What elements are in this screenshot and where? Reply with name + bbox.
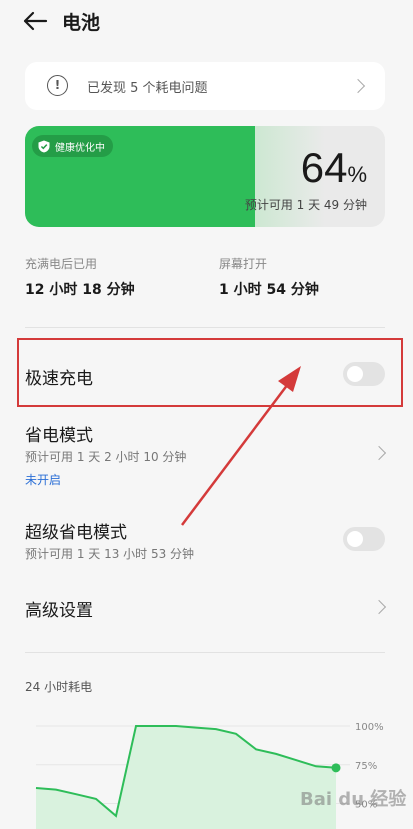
super-power-saving-estimate: 预计可用 1 天 13 小时 53 分钟 — [25, 547, 195, 561]
watermark-text: Bai du 经验 — [300, 788, 407, 810]
battery-level-card: 健康优化中 64% 预计可用 1 天 49 分钟 — [25, 126, 385, 227]
chevron-right-icon[interactable] — [371, 445, 387, 461]
annotation-highlight-box — [17, 338, 403, 407]
since-full-charge-label: 充满电后已用 — [25, 257, 98, 271]
back-arrow-icon[interactable] — [22, 10, 48, 32]
power-saving-status: 未开启 — [25, 473, 62, 487]
top-bar: 电池 — [0, 0, 413, 44]
chart-current-point — [331, 763, 341, 773]
advanced-settings-label[interactable]: 高级设置 — [25, 596, 93, 621]
chevron-right-icon — [350, 78, 366, 94]
power-saving-estimate: 预计可用 1 天 2 小时 10 分钟 — [25, 450, 187, 464]
screen-on-label: 屏幕打开 — [219, 257, 268, 271]
divider — [25, 327, 385, 328]
divider — [25, 652, 385, 653]
screen-on-value: 1 小时 54 分钟 — [219, 282, 319, 298]
shield-icon — [38, 140, 50, 152]
chart-y-tick-label: 100% — [355, 722, 384, 733]
super-power-saving-toggle[interactable] — [343, 527, 385, 551]
health-badge: 健康优化中 — [32, 135, 113, 157]
battery-percent: 64% — [301, 144, 367, 192]
battery-remaining-time: 预计可用 1 天 49 分钟 — [244, 198, 367, 212]
toggle-knob — [347, 531, 363, 547]
chevron-right-icon[interactable] — [371, 599, 387, 615]
chart-title: 24 小时耗电 — [25, 680, 93, 694]
page-title: 电池 — [62, 12, 101, 34]
chart-area-fill — [36, 726, 336, 829]
since-full-charge-value: 12 小时 18 分钟 — [25, 282, 135, 298]
super-power-saving-label: 超级省电模式 — [25, 523, 127, 543]
issue-text: 已发现 5 个耗电问题 — [87, 81, 208, 96]
battery-usage-chart: 100%75%50%Bai du 经验 — [35, 722, 407, 829]
chart-y-tick-label: 75% — [355, 761, 377, 772]
health-label: 健康优化中 — [55, 142, 105, 154]
exclamation-circle-icon: ! — [47, 75, 68, 96]
battery-percent-number: 64 — [300, 144, 348, 191]
power-saving-label[interactable]: 省电模式 — [25, 421, 93, 446]
battery-issue-card[interactable]: ! 已发现 5 个耗电问题 — [25, 62, 385, 110]
battery-percent-sign: % — [347, 162, 367, 187]
